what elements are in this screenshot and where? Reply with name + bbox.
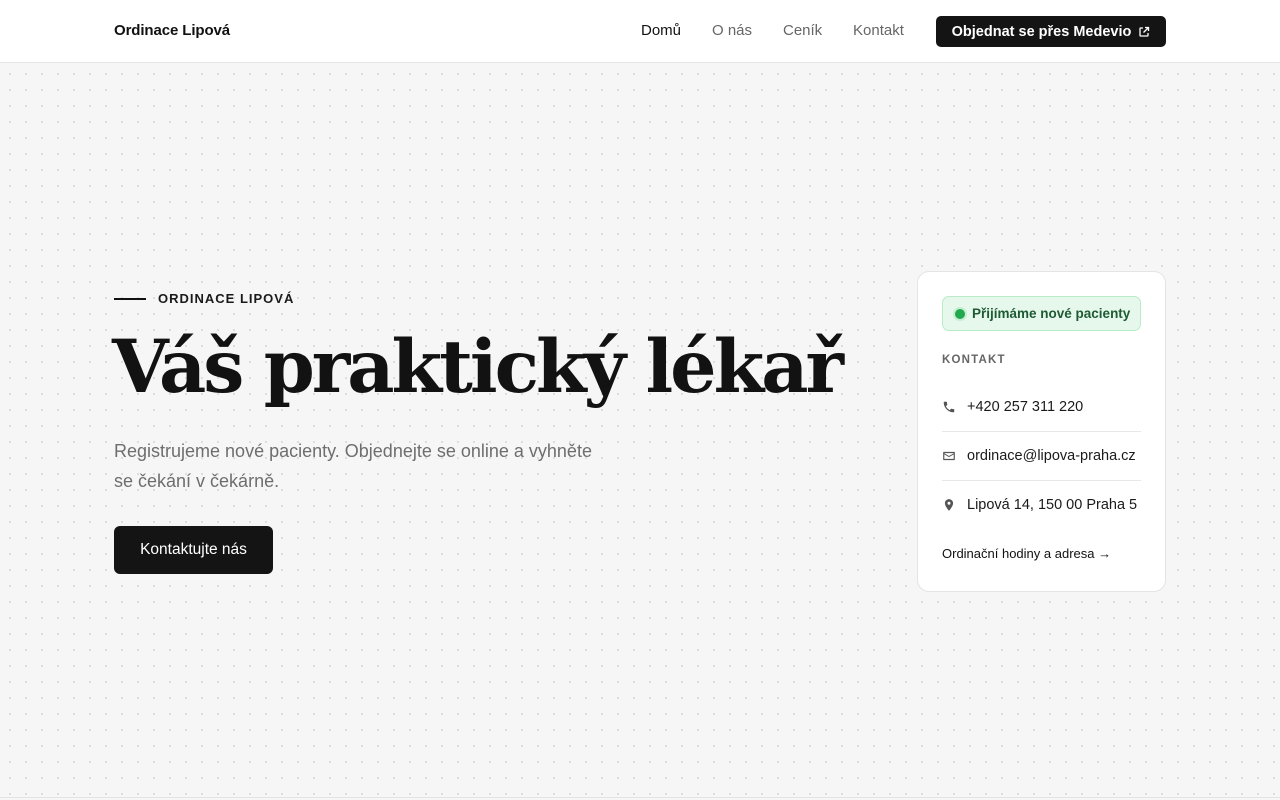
location-pin-icon	[942, 498, 956, 512]
hero-lead: Registrujeme nové pacienty. Objednejte s…	[114, 441, 592, 491]
contact-section-label: KONTAKT	[942, 354, 1006, 366]
status-dot-icon	[955, 308, 965, 319]
status-badge-label: Přijímáme nové pacienty	[972, 306, 1131, 321]
contact-card: Přijímáme nové pacienty KONTAKT +420 257…	[917, 271, 1166, 592]
nav-item-home[interactable]: Domů	[641, 22, 681, 39]
eyebrow-divider	[114, 297, 146, 300]
opening-hours-link[interactable]: Ordinační hodiny a adresa →	[942, 546, 1111, 561]
book-medevio-button[interactable]: Objednat se přes Medevio	[936, 16, 1166, 47]
section-divider	[0, 797, 1280, 798]
nav-item-contact[interactable]: Kontakt	[853, 22, 904, 39]
contact-email: ordinace@lipova-praha.cz	[967, 447, 1136, 464]
mail-icon	[942, 449, 956, 463]
nav-item-about[interactable]: O nás	[712, 22, 752, 39]
site-header: Ordinace Lipová Domů O nás Ceník Kontakt…	[0, 0, 1280, 63]
status-badge: Přijímáme nové pacienty	[942, 296, 1141, 331]
nav-item-pricing[interactable]: Ceník	[783, 22, 822, 39]
contact-email-row[interactable]: ordinace@lipova-praha.cz	[942, 431, 1141, 480]
contact-phone: +420 257 311 220	[967, 398, 1084, 415]
contact-phone-row[interactable]: +420 257 311 220	[942, 382, 1141, 431]
eyebrow-text: ORDINACE LIPOVÁ	[158, 291, 295, 306]
phone-icon	[942, 400, 956, 414]
book-medevio-label: Objednat se přes Medevio	[951, 23, 1132, 40]
contact-address-row[interactable]: Lipová 14, 150 00 Praha 5	[942, 480, 1141, 529]
hero-eyebrow: ORDINACE LIPOVÁ	[114, 291, 294, 306]
contact-address: Lipová 14, 150 00 Praha 5	[967, 496, 1138, 513]
hero-title: Váš praktický lékař	[112, 324, 844, 410]
contact-us-button[interactable]: Kontaktujte nás	[114, 526, 273, 574]
external-link-icon	[1139, 26, 1150, 37]
